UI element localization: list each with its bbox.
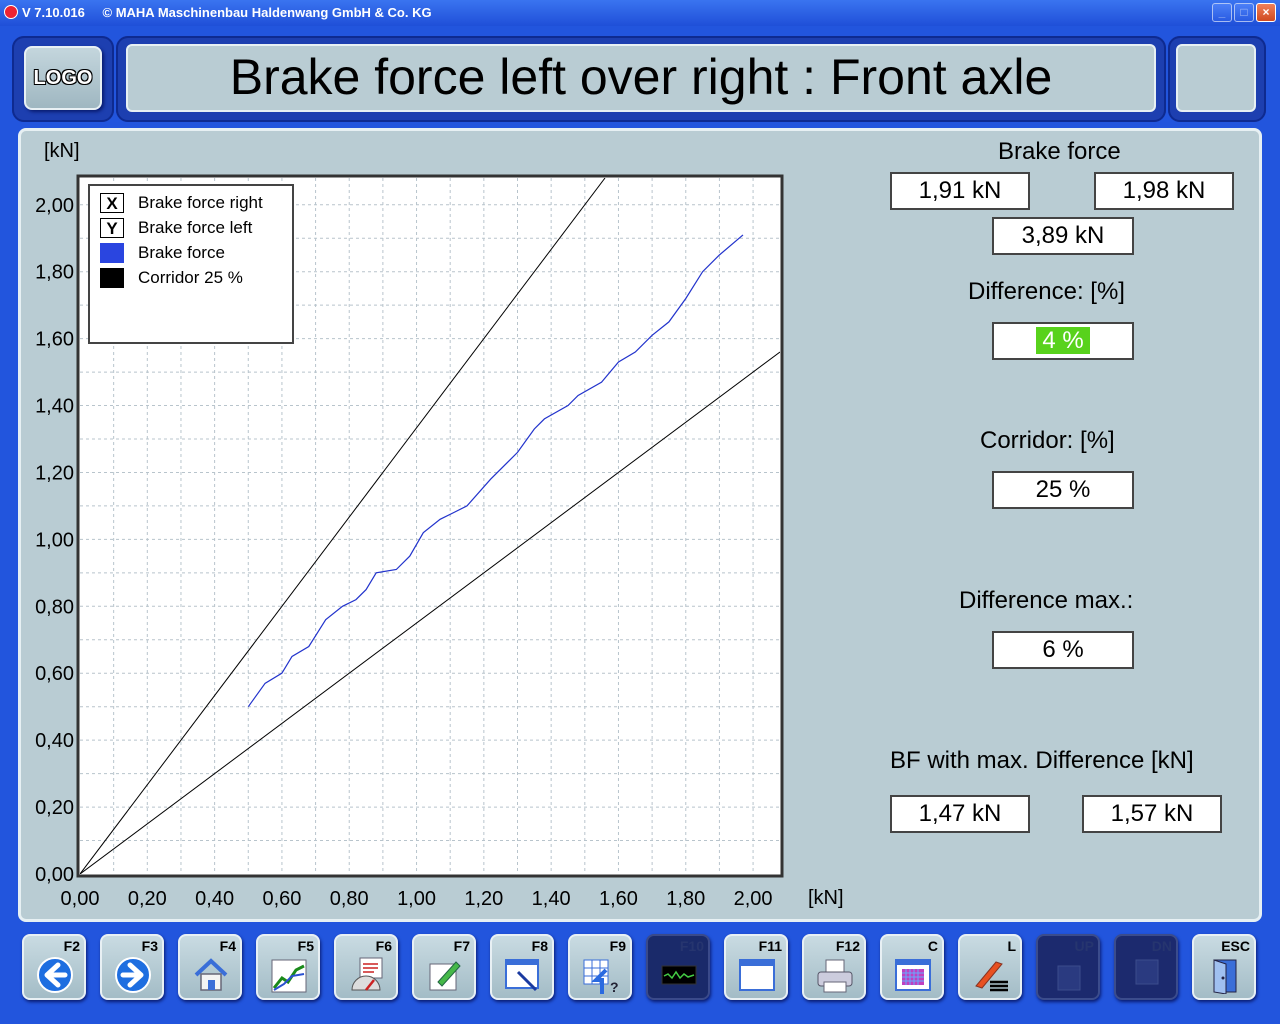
key-label: L xyxy=(1007,938,1016,954)
y-tick-label: 1,00 xyxy=(35,529,74,551)
l-brush-button[interactable]: L xyxy=(958,934,1022,1000)
f9-calc-help-button[interactable]: F9 ? xyxy=(568,934,632,1000)
gauge-report-icon xyxy=(351,957,383,991)
difference-max-value: 6 % xyxy=(992,631,1134,669)
key-label: F3 xyxy=(141,938,158,954)
bf-total-value: 3,89 kN xyxy=(992,217,1134,255)
forward-arrow-icon xyxy=(115,957,151,993)
y-tick-label: 1,20 xyxy=(35,462,74,484)
y-tick-label: 2,00 xyxy=(35,195,74,217)
bf-max-diff-label: BF with max. Difference [kN] xyxy=(890,747,1194,774)
f6-report-button[interactable]: F6 xyxy=(334,934,398,1000)
back-arrow-icon xyxy=(37,957,73,993)
key-label: F10 xyxy=(679,938,704,954)
x-axis-label: [kN] xyxy=(808,887,844,909)
y-tick-label: 0,80 xyxy=(35,596,74,618)
window-icon xyxy=(739,959,775,991)
brake-force-label: Brake force xyxy=(998,138,1121,165)
key-label: F7 xyxy=(453,938,470,954)
x-tick-label: 1,40 xyxy=(532,888,571,910)
f12-print-button[interactable]: F12 xyxy=(802,934,866,1000)
key-label: UP xyxy=(1074,938,1094,954)
esc-exit-button[interactable]: ESC xyxy=(1192,934,1256,1000)
f10-oscilloscope-button[interactable]: F10 xyxy=(646,934,710,1000)
y-tick-label: 1,40 xyxy=(35,396,74,418)
chart-legend: X Brake force right Y Brake force left B… xyxy=(88,184,294,344)
legend-blue-swatch xyxy=(100,243,124,263)
corridor-value: 25 % xyxy=(992,471,1134,509)
y-tick-label: 0,00 xyxy=(35,864,74,886)
x-tick-label: 0,60 xyxy=(262,888,301,910)
up-button[interactable]: UP xyxy=(1036,934,1100,1000)
window-pen-icon xyxy=(505,959,539,992)
key-label: C xyxy=(927,938,938,954)
legend-y-symbol: Y xyxy=(100,218,124,238)
difference-value-box: 4 % xyxy=(992,322,1134,360)
x-tick-label: 1,00 xyxy=(397,888,436,910)
legend-label: Brake force xyxy=(138,243,225,262)
key-label: F11 xyxy=(758,938,782,954)
f4-home-button[interactable]: F4 xyxy=(178,934,242,1000)
c-color-button[interactable]: C xyxy=(880,934,944,1000)
key-label: F4 xyxy=(219,938,236,954)
svg-text:?: ? xyxy=(610,979,619,994)
key-label: F9 xyxy=(609,938,626,954)
bf-max-diff-right: 1,47 kN xyxy=(890,795,1030,833)
x-tick-label: 1,60 xyxy=(599,888,638,910)
edit-note-icon xyxy=(429,961,461,991)
key-label: F12 xyxy=(835,938,860,954)
bf-right-value: 1,91 kN xyxy=(890,172,1030,210)
color-grid-icon xyxy=(895,959,931,991)
home-icon xyxy=(194,958,228,991)
bf-max-diff-left: 1,57 kN xyxy=(1082,795,1222,833)
down-button[interactable]: DN xyxy=(1114,934,1178,1000)
legend-black-swatch xyxy=(100,268,124,288)
y-tick-label: 0,20 xyxy=(35,797,74,819)
key-label: ESC xyxy=(1221,938,1250,954)
x-tick-label: 0,40 xyxy=(195,888,234,910)
oscilloscope-icon xyxy=(661,965,697,985)
f8-window-edit-button[interactable]: F8 xyxy=(490,934,554,1000)
x-tick-label: 1,20 xyxy=(464,888,503,910)
difference-value: 4 % xyxy=(1036,327,1090,354)
line-chart-icon xyxy=(271,959,307,993)
printer-icon xyxy=(817,959,853,993)
f2-back-button[interactable]: F2 xyxy=(22,934,86,1000)
f11-window-button[interactable]: F11 xyxy=(724,934,788,1000)
difference-label: Difference: [%] xyxy=(968,278,1125,305)
x-tick-label: 1,80 xyxy=(666,888,705,910)
f3-forward-button[interactable]: F3 xyxy=(100,934,164,1000)
x-tick-label: 0,20 xyxy=(128,888,167,910)
x-tick-label: 2,00 xyxy=(734,888,773,910)
down-icon xyxy=(1135,959,1159,985)
difference-max-label: Difference max.: xyxy=(959,587,1134,614)
legend-label: Brake force right xyxy=(138,193,263,212)
x-tick-label: 0,00 xyxy=(61,888,100,910)
up-icon xyxy=(1057,965,1081,991)
key-label: F5 xyxy=(297,938,314,954)
key-label: F2 xyxy=(63,938,80,954)
brush-lines-icon xyxy=(975,961,1008,992)
legend-label: Corridor 25 % xyxy=(138,268,243,287)
f7-edit-button[interactable]: F7 xyxy=(412,934,476,1000)
y-tick-label: 1,80 xyxy=(35,262,74,284)
key-label: F8 xyxy=(531,938,548,954)
f5-chart-button[interactable]: F5 xyxy=(256,934,320,1000)
y-tick-label: 0,60 xyxy=(35,663,74,685)
exit-door-icon xyxy=(1213,959,1237,994)
key-label: DN xyxy=(1151,938,1172,954)
y-axis-label: [kN] xyxy=(44,140,80,162)
legend-label: Brake force left xyxy=(138,218,253,237)
calculator-help-icon: ? xyxy=(583,959,619,994)
y-tick-label: 1,60 xyxy=(35,329,74,351)
legend-x-symbol: X xyxy=(100,193,124,213)
key-label: F6 xyxy=(375,938,392,954)
corridor-label: Corridor: [%] xyxy=(980,427,1115,454)
bf-left-value: 1,98 kN xyxy=(1094,172,1234,210)
y-tick-label: 0,40 xyxy=(35,730,74,752)
x-tick-label: 0,80 xyxy=(330,888,369,910)
